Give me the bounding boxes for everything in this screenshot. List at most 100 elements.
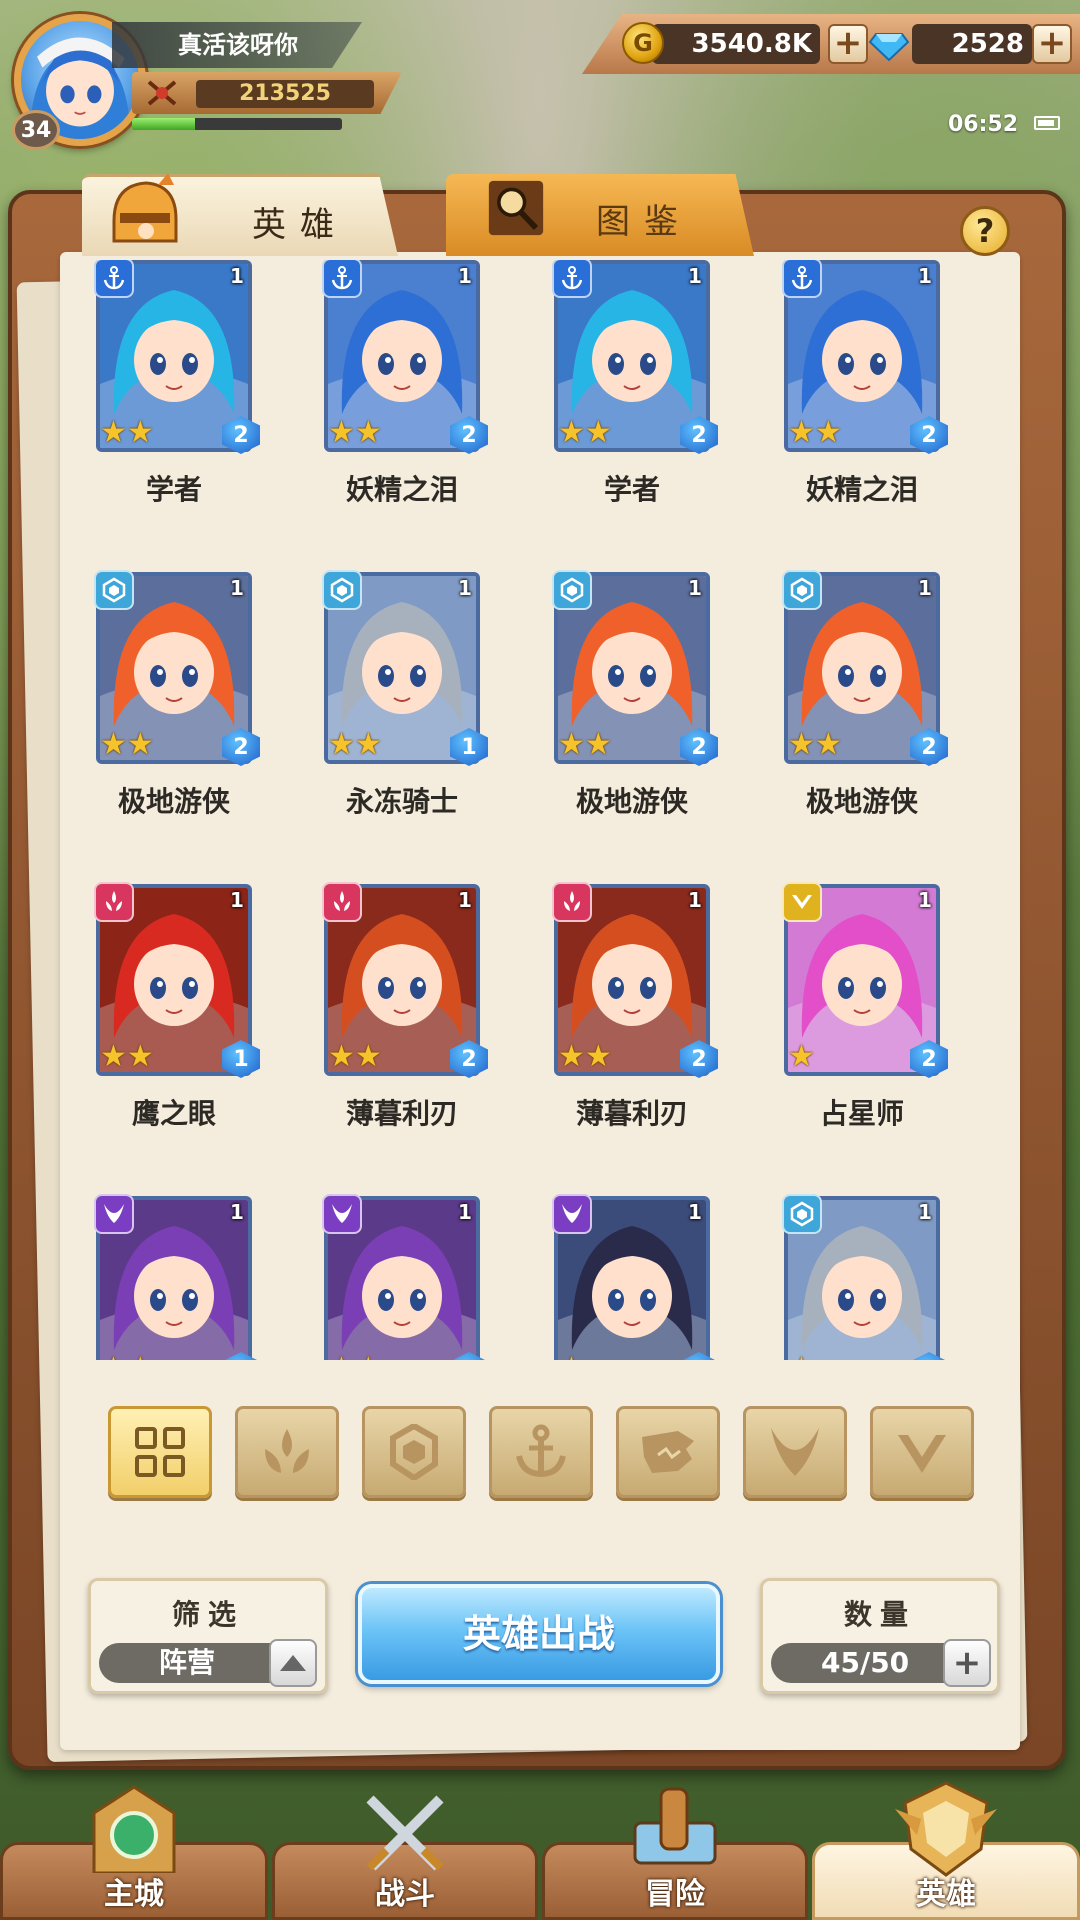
filter-all-button[interactable]	[108, 1406, 212, 1498]
star-rating-icon: ★★	[328, 415, 382, 450]
hero-card[interactable]: 1 ★★ 1 鹰之眼	[60, 882, 260, 1184]
quantity-title: 数量	[843, 1598, 916, 1631]
filter-beast-button[interactable]	[616, 1406, 720, 1498]
shield-faction-icon	[552, 570, 592, 610]
hero-copy-count: 1	[918, 1200, 932, 1224]
hero-name: 极地游侠	[805, 785, 918, 818]
hero-card[interactable]: 1★★2	[60, 1194, 260, 1361]
hero-card[interactable]: 1 ★★ 1 永冻骑士	[288, 570, 488, 872]
nav-heroes[interactable]: 英雄	[812, 1781, 1080, 1920]
filter-horn-button[interactable]	[743, 1406, 847, 1498]
anchor-faction-icon	[782, 260, 822, 298]
hero-copy-count: 1	[688, 888, 702, 912]
anchor-faction-icon	[322, 260, 362, 298]
star-rating-icon: ★★	[788, 727, 842, 762]
nav-adventure[interactable]: 冒险	[542, 1787, 808, 1920]
hero-copy-count: 1	[458, 576, 472, 600]
nav-main-city-label: 主城	[104, 1877, 164, 1912]
star-rating-icon: ★★	[328, 1039, 382, 1074]
star-rating-icon: ★★	[558, 1039, 612, 1074]
hero-card[interactable]: 1★2	[518, 1194, 718, 1360]
filter-toggle-button[interactable]	[269, 1639, 317, 1687]
hero-card[interactable]: 1 ★★ 2 妖精之泪	[748, 260, 948, 560]
hero-name: 妖精之泪	[805, 473, 918, 506]
expand-capacity-button[interactable]: +	[943, 1639, 991, 1687]
hero-copy-count: 1	[230, 576, 244, 600]
triangle-up-icon	[280, 1655, 306, 1671]
knight-helmet-icon	[112, 174, 178, 243]
flame-faction-icon	[322, 882, 362, 922]
player-power-plate: 213525	[132, 72, 402, 114]
hero-card[interactable]: 1 ★★ 2 极地游侠	[748, 570, 948, 872]
crossed-swords-nav-icon	[366, 1795, 444, 1871]
shield-faction-icon	[782, 1194, 822, 1234]
hero-card[interactable]: 1 ★ 2 占星师	[748, 882, 948, 1184]
gold-amount: 3540.8K	[691, 29, 812, 59]
help-button[interactable]: ?	[960, 206, 1010, 256]
hero-name: 薄暮利刃	[575, 1097, 688, 1130]
filter-title: 筛选	[171, 1598, 244, 1631]
hero-copy-count: 1	[230, 1200, 244, 1224]
player-level-badge: 34	[12, 110, 60, 150]
nav-adventure-label: 冒险	[645, 1877, 705, 1912]
nav-main-city[interactable]: 主城	[0, 1785, 268, 1920]
star-rating-icon: ★★	[328, 727, 382, 762]
hero-copy-count: 1	[458, 264, 472, 288]
hero-name: 永冻骑士	[345, 785, 458, 818]
star-rating-icon: ★	[788, 1354, 815, 1361]
hero-card[interactable]: 1 ★★ 2 妖精之泪	[288, 260, 488, 560]
star-rating-icon: ★★	[100, 1354, 154, 1361]
hero-card[interactable]: 1 ★★ 2 学者	[60, 260, 260, 560]
hero-card[interactable]: 1★★2	[288, 1194, 488, 1360]
hero-name: 极地游侠	[575, 785, 688, 818]
battery-icon	[1034, 116, 1060, 130]
hero-name: 薄暮利刃	[345, 1097, 458, 1130]
anchor-faction-icon	[552, 260, 592, 298]
star-rating-icon: ★★	[100, 727, 154, 762]
filter-anchor-button[interactable]	[489, 1406, 593, 1498]
horn-faction-icon	[552, 1194, 592, 1234]
deploy-heroes-button[interactable]: 英雄出战	[358, 1584, 720, 1684]
hero-card[interactable]: 1 ★★ 2 薄暮利刃	[518, 882, 718, 1184]
hero-name: 极地游侠	[117, 785, 230, 818]
filter-shield-button[interactable]	[362, 1406, 466, 1498]
hero-copy-count: 1	[918, 264, 932, 288]
hero-copy-count: 1	[918, 576, 932, 600]
hero-card[interactable]: 1 ★★ 2 学者	[518, 260, 718, 560]
buy-gems-button[interactable]: +	[1032, 24, 1072, 64]
hero-card[interactable]: 1★1	[748, 1194, 948, 1361]
hero-copy-count: 1	[458, 1200, 472, 1224]
buy-gold-button[interactable]: +	[828, 24, 868, 64]
tab-heroes-label: 英雄	[252, 205, 348, 245]
flame-icon	[257, 1427, 317, 1477]
exp-fill	[132, 118, 195, 130]
clock-time: 06:52	[948, 112, 1019, 137]
nav-battle[interactable]: 战斗	[272, 1795, 538, 1920]
crossed-swords-icon	[144, 77, 180, 109]
filter-wing-button[interactable]	[870, 1406, 974, 1498]
diamond-icon	[868, 33, 910, 62]
flame-faction-icon	[552, 882, 592, 922]
gem-amount: 2528	[951, 29, 1024, 59]
hero-card[interactable]: 1 ★★ 2 极地游侠	[518, 570, 718, 872]
flame-faction-icon	[94, 882, 134, 922]
filter-flame-button[interactable]	[235, 1406, 339, 1498]
map-scroll-icon	[633, 1787, 717, 1865]
star-rating-icon: ★★	[100, 1039, 154, 1074]
hero-card[interactable]: 1 ★★ 2 极地游侠	[60, 570, 260, 872]
hero-copy-count: 1	[918, 888, 932, 912]
hero-card[interactable]: 1 ★★ 2 薄暮利刃	[288, 882, 488, 1184]
tab-codex[interactable]: 图鉴	[446, 174, 754, 256]
tab-heroes[interactable]: 英雄	[82, 174, 398, 256]
wing-faction-icon	[782, 882, 822, 922]
quantity-panel: 数量 45/50 +	[760, 1578, 1000, 1694]
shield-faction-icon	[782, 570, 822, 610]
player-power-value: 213525	[196, 80, 374, 108]
hero-name: 鹰之眼	[131, 1097, 216, 1130]
horn-faction-icon	[94, 1194, 134, 1234]
star-rating-icon: ★	[788, 1039, 815, 1074]
horn-faction-icon	[322, 1194, 362, 1234]
hero-name: 学者	[145, 473, 202, 506]
gold-coin-icon: G	[622, 22, 664, 64]
hero-copy-count: 1	[688, 576, 702, 600]
